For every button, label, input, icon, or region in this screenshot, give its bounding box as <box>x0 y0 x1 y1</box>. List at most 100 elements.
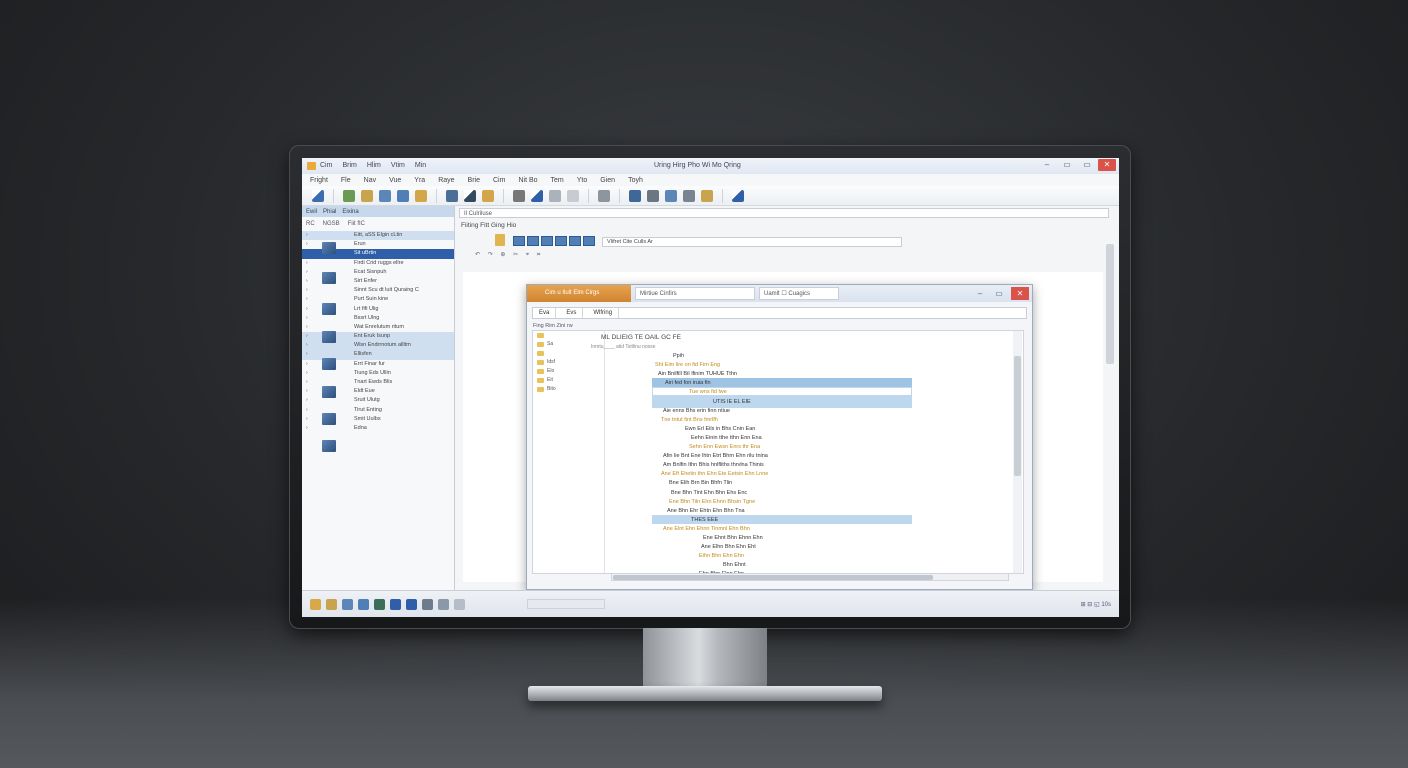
eraser-tool-icon[interactable] <box>549 189 561 202</box>
sidebar-item[interactable]: › Sinnt Scu dt luit Quraing C <box>302 286 454 295</box>
path-field[interactable]: Vlifret Cite Culls Ar <box>602 237 902 247</box>
sidebar-item[interactable]: › Eitt, aSS Elgin cLtin <box>302 231 454 241</box>
table-tool-icon[interactable] <box>647 189 659 202</box>
monitor-tool-icon[interactable] <box>446 189 458 202</box>
menu-item[interactable]: Nav <box>364 177 376 184</box>
sidebar-subheader-item[interactable]: NGSB <box>323 221 340 227</box>
sidebar-subheader-item[interactable]: Fiit fIC <box>348 221 365 227</box>
dialog-minimize-button[interactable]: – <box>971 287 989 300</box>
tree-node[interactable]: Sa <box>533 340 573 349</box>
title-menu-item[interactable]: Cim <box>320 162 332 169</box>
folder-icon[interactable] <box>326 599 337 610</box>
tree-node[interactable]: Bito <box>533 385 573 394</box>
chevron-right-icon: › <box>306 232 308 238</box>
phone-tool-icon[interactable] <box>732 189 744 202</box>
minimize-button[interactable]: – <box>1038 159 1056 171</box>
menu-item[interactable]: Toyh <box>628 177 643 184</box>
dialog-toolbar-item[interactable]: Wlfring <box>587 308 620 318</box>
tree-node[interactable]: Eit <box>533 376 573 385</box>
tree-node[interactable] <box>533 331 573 340</box>
sidebar-item[interactable]: › Tiung Eds Ullin <box>302 369 454 378</box>
menu-item[interactable]: Vue <box>389 177 401 184</box>
paint-tool-icon[interactable] <box>415 189 427 202</box>
image-tool-icon[interactable] <box>683 189 695 202</box>
monitor-icon[interactable] <box>422 599 433 610</box>
dialog-hscrollbar-thumb[interactable] <box>613 575 933 580</box>
edit-tool-icon[interactable] <box>464 189 476 202</box>
tree-node[interactable] <box>533 349 573 358</box>
title-menu-item[interactable]: Min <box>415 162 426 169</box>
menu-item[interactable]: Nit Bo <box>518 177 537 184</box>
network-icon[interactable] <box>374 599 385 610</box>
align-tool-icon[interactable] <box>629 189 641 202</box>
dialog-toolbar-item[interactable]: Evs <box>560 308 584 318</box>
title-menu-item[interactable]: Hlim <box>367 162 381 169</box>
sidebar-tab[interactable]: Ewil <box>306 209 317 215</box>
menu-item[interactable]: Brie <box>468 177 480 184</box>
grid-tool-icon[interactable] <box>379 189 391 202</box>
edit-icon[interactable] <box>310 599 321 610</box>
status-field[interactable] <box>527 599 605 609</box>
ribbon-button[interactable] <box>555 236 567 246</box>
bucket-tool-icon[interactable] <box>482 189 494 202</box>
dialog-maximize-button[interactable]: ▭ <box>990 287 1008 300</box>
menu-item[interactable]: Tem <box>551 177 564 184</box>
brush-tool-icon[interactable] <box>531 189 543 202</box>
wave-icon[interactable] <box>406 599 417 610</box>
layers-icon[interactable] <box>438 599 449 610</box>
stamp-tool-icon[interactable] <box>567 189 579 202</box>
sidebar-item[interactable]: › Bssrt Ulng <box>302 314 454 323</box>
sidebar-tab[interactable]: Phial <box>323 209 336 215</box>
menu-item[interactable]: Gien <box>600 177 615 184</box>
menu-item[interactable]: Yra <box>414 177 425 184</box>
dialog-tab[interactable]: Uamlt ☐ Cuagics <box>759 287 839 300</box>
breadcrumb[interactable]: Il Culriluse <box>459 208 1109 218</box>
dialog-scrollbar-thumb[interactable] <box>1014 356 1021 476</box>
dialog-hscrollbar[interactable] <box>611 573 1009 581</box>
arrange-tool-icon[interactable] <box>665 189 677 202</box>
ribbon-button[interactable] <box>583 236 595 246</box>
ribbon-button[interactable] <box>513 236 525 246</box>
menu-item[interactable]: Yto <box>577 177 588 184</box>
grid-icon[interactable] <box>358 599 369 610</box>
dialog-toolbar-item[interactable]: Eva <box>533 308 557 318</box>
chart-tool-icon[interactable] <box>343 189 355 202</box>
folder-tool-icon[interactable] <box>361 189 373 202</box>
ribbon-button[interactable] <box>527 236 539 246</box>
toolbar-separator <box>619 188 620 203</box>
tree-node[interactable]: Elo <box>533 367 573 376</box>
sidebar-subheader-item[interactable]: RC <box>306 221 315 227</box>
close-button[interactable]: ✕ <box>1098 159 1116 171</box>
edit-tools[interactable]: ↶ ↷ ⊕ ✂ ⌖ ⌗ <box>475 251 543 259</box>
pen-icon[interactable] <box>312 189 324 202</box>
export-tool-icon[interactable] <box>701 189 713 202</box>
link-icon[interactable] <box>390 599 401 610</box>
gear-icon[interactable] <box>454 599 465 610</box>
tree-node[interactable]: Idsf <box>533 358 573 367</box>
ribbon-button[interactable] <box>541 236 553 246</box>
ribbon-button[interactable] <box>569 236 581 246</box>
dialog-tab-active[interactable]: Cim u Ilult Elm Cirgs <box>527 285 631 302</box>
restore-button[interactable]: ▭ <box>1078 159 1096 171</box>
layout-tool-icon[interactable] <box>397 189 409 202</box>
dialog-scrollbar[interactable] <box>1013 331 1022 573</box>
chart-icon[interactable] <box>342 599 353 610</box>
title-menu-item[interactable]: Brim <box>342 162 356 169</box>
menu-item[interactable]: Fright <box>310 177 328 184</box>
main-scrollbar-thumb[interactable] <box>1106 244 1114 364</box>
main-scrollbar[interactable] <box>1105 230 1115 580</box>
menu-item[interactable]: Fle <box>341 177 351 184</box>
menu-item[interactable]: Raye <box>438 177 454 184</box>
chevron-right-icon: › <box>306 415 308 422</box>
code-line: Am Bnlfin Ithn Bhis hnlfliths thrvlna Th… <box>663 462 764 469</box>
title-menu-item[interactable]: Vtim <box>391 162 405 169</box>
dialog-tab[interactable]: Mirtiue Cinfirs <box>635 287 755 300</box>
sidebar-item[interactable]: › Edna <box>302 424 454 433</box>
list-tool-icon[interactable] <box>598 189 610 202</box>
menu-item[interactable]: Cim <box>493 177 505 184</box>
cursor-tool-icon[interactable] <box>513 189 525 202</box>
sidebar-tab[interactable]: Eixina <box>342 209 358 215</box>
maximize-button[interactable]: ▭ <box>1058 159 1076 171</box>
dialog-close-button[interactable]: ✕ <box>1011 287 1029 300</box>
sidebar-item[interactable]: › Firdi Crid ruggs ellre <box>302 259 454 268</box>
